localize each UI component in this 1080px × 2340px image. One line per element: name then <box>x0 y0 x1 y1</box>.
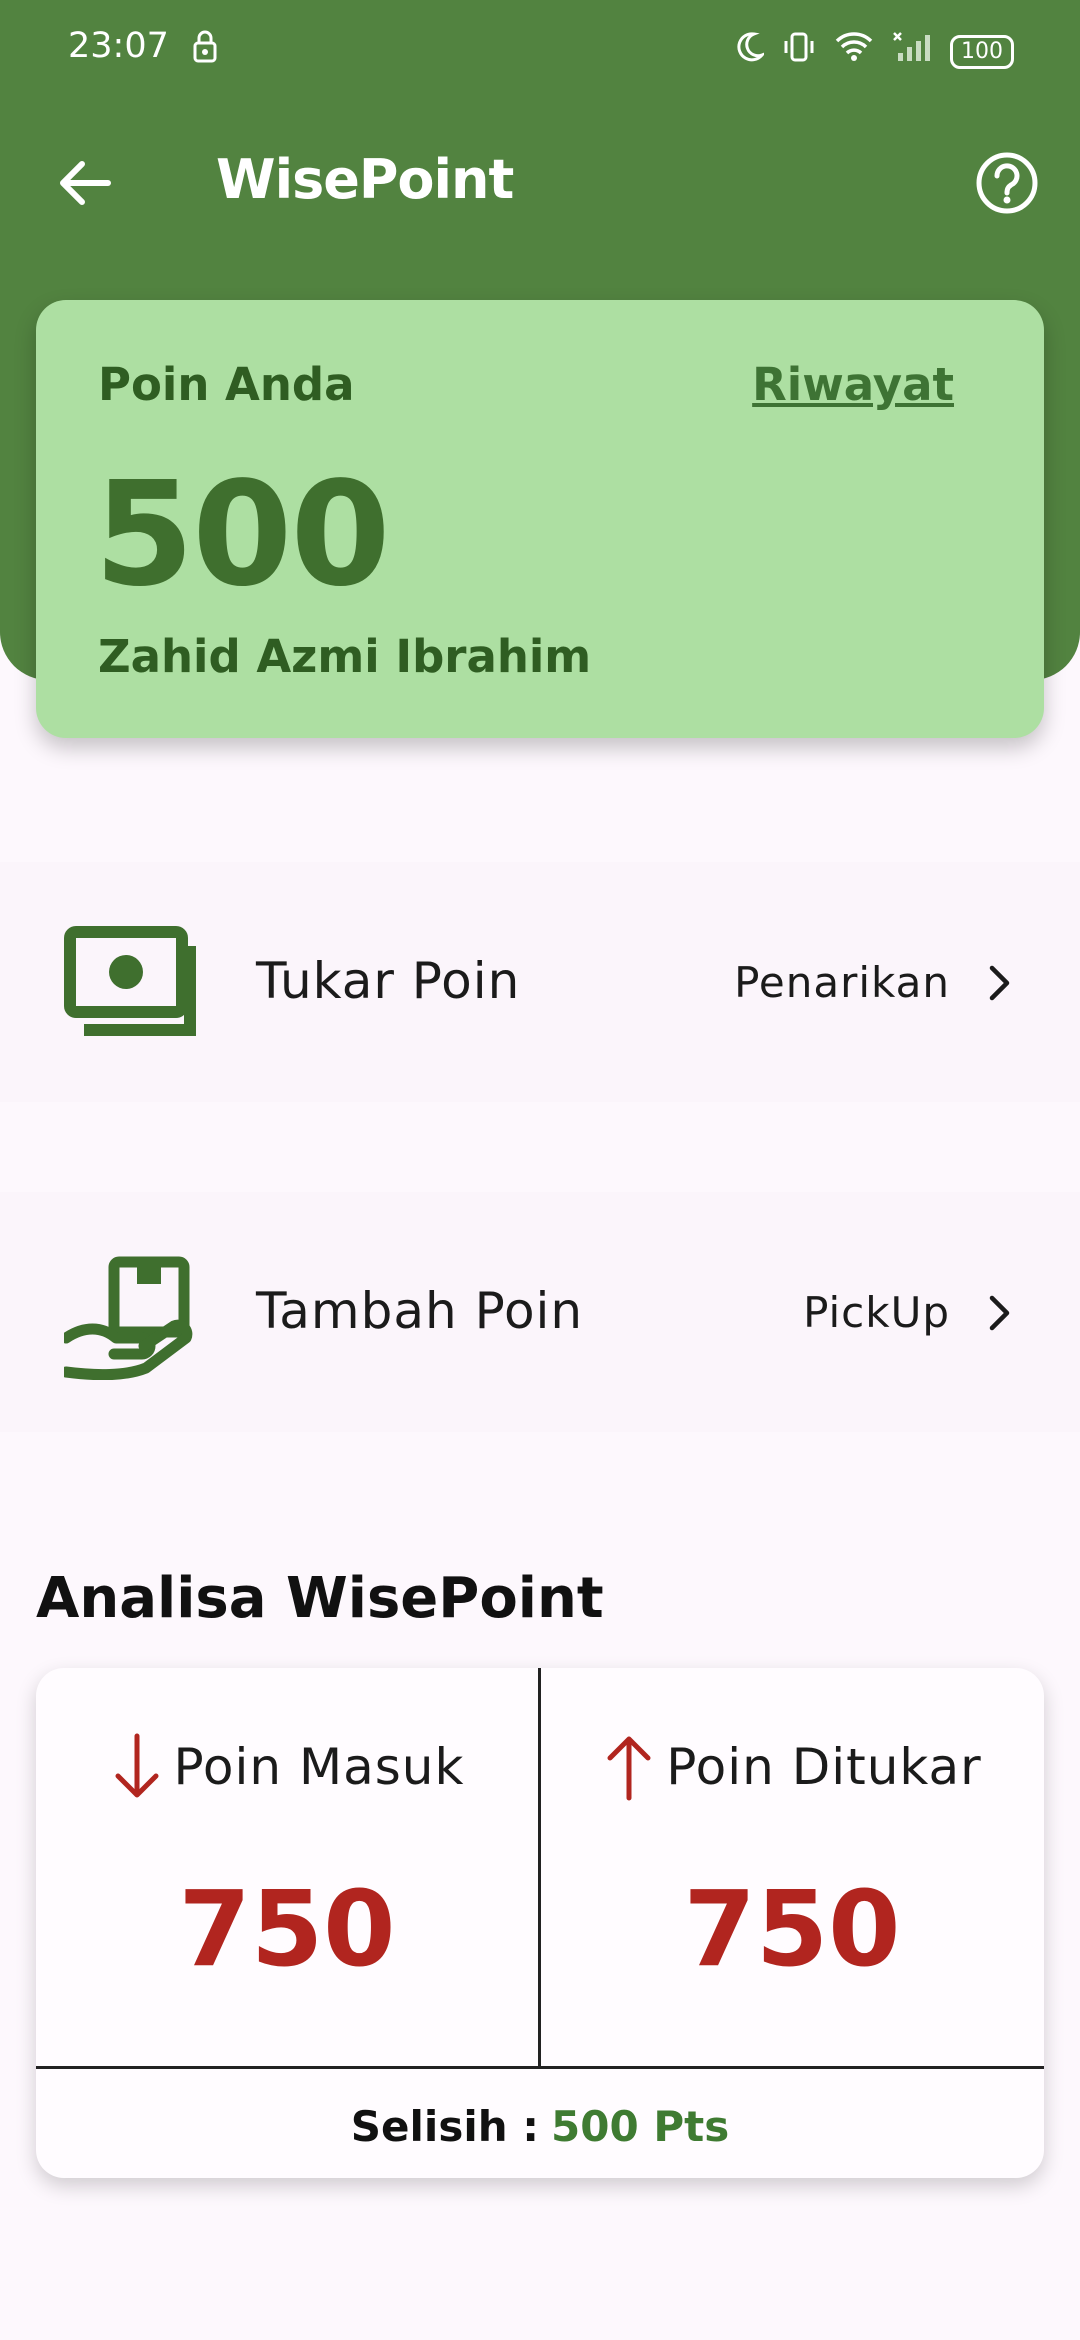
difference-label: Selisih : <box>350 2101 540 2151</box>
app-bar: WisePoint <box>0 120 1080 240</box>
user-name: Zahid Azmi Ibrahim <box>98 630 592 683</box>
chevron-right-icon <box>980 958 1020 1008</box>
difference-value: 500 Pts <box>551 2101 730 2151</box>
points-value: 500 <box>94 450 391 618</box>
lock-icon <box>192 30 218 73</box>
status-icons: 100 <box>734 30 1014 73</box>
difference-row: Selisih : 500 Pts <box>36 2076 1044 2176</box>
arrow-left-icon <box>60 161 111 205</box>
chevron-right-icon <box>980 1288 1020 1338</box>
status-bar: 23:07 100 <box>0 0 1080 96</box>
menu-item-tambah-poin[interactable]: Tambah Poin PickUp <box>0 1192 1080 1432</box>
menu-label-tambah-poin: Tambah Poin <box>256 1282 584 1340</box>
incoming-value: 750 <box>178 1868 396 1990</box>
menu-action-pickup: PickUp <box>803 1288 950 1337</box>
status-time: 23:07 <box>68 26 169 66</box>
redeemed-points-column: Poin Ditukar 750 <box>541 1668 1043 2066</box>
arrow-up-icon <box>602 1732 656 1802</box>
signal-icon <box>892 31 932 72</box>
help-icon <box>976 152 1038 214</box>
menu-item-tukar-poin[interactable]: Tukar Poin Penarikan <box>0 862 1080 1102</box>
incoming-label: Poin Masuk <box>173 1738 465 1796</box>
analysis-title: Analisa WisePoint <box>36 1566 604 1631</box>
points-label: Poin Anda <box>98 358 355 411</box>
redeemed-value: 750 <box>683 1868 901 1990</box>
analysis-card: Poin Masuk 750 Poin Ditukar 750 Selisih … <box>36 1668 1044 2178</box>
back-button[interactable] <box>50 148 120 218</box>
help-button[interactable] <box>972 148 1042 218</box>
history-link[interactable]: Riwayat <box>752 358 954 411</box>
arrow-down-icon <box>110 1732 164 1802</box>
battery-icon: 100 <box>950 34 1014 69</box>
hand-box-icon <box>60 1256 200 1381</box>
app-title: WisePoint <box>216 148 514 211</box>
wifi-icon <box>834 31 874 72</box>
vibrate-icon <box>782 30 816 73</box>
redeemed-label: Poin Ditukar <box>666 1738 982 1796</box>
incoming-points-column: Poin Masuk 750 <box>36 1668 538 2066</box>
battery-level: 100 <box>961 38 1003 64</box>
menu-label-tukar-poin: Tukar Poin <box>256 952 521 1010</box>
menu-action-penarikan: Penarikan <box>734 958 950 1007</box>
money-stack-icon <box>64 926 200 1042</box>
points-card: Poin Anda Riwayat 500 Zahid Azmi Ibrahim <box>36 300 1044 738</box>
row-divider <box>36 2066 1044 2069</box>
moon-icon <box>734 31 767 72</box>
